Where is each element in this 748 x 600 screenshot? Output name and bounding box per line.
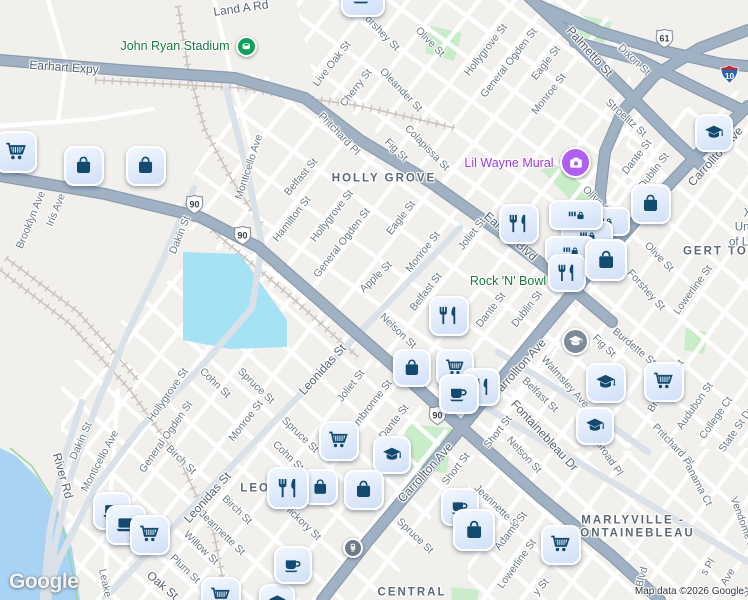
poi-marker-cart-icon[interactable] [201, 577, 241, 600]
poi-marker-bag-icon[interactable] [393, 349, 431, 387]
poi-marker-grad-icon[interactable] [695, 114, 733, 152]
poi-marker-grad-icon[interactable] [373, 436, 411, 474]
poi-marker-bag-icon[interactable] [585, 239, 627, 281]
poi-marker-restaurant-icon[interactable] [267, 467, 309, 509]
poi-marker-cart-icon[interactable] [644, 362, 684, 402]
poi-marker-coffee-icon[interactable] [439, 374, 479, 414]
poi-marker-bag-icon[interactable] [344, 470, 384, 510]
poi-marker-coffee-icon[interactable] [341, 0, 385, 17]
poi-marker-school-icon[interactable] [562, 328, 589, 355]
poi-marker-restaurant-icon[interactable] [429, 296, 469, 336]
poi-marker-restaurant-icon[interactable] [548, 254, 586, 292]
poi-marker-grad-icon[interactable] [576, 407, 614, 445]
poi-marker-cart-icon[interactable] [0, 131, 37, 173]
poi-marker-bag-icon[interactable] [126, 146, 166, 186]
poi-marker-stadium-icon[interactable] [236, 36, 257, 57]
poi-marker-streetcar-icon[interactable] [343, 538, 363, 558]
poi-marker-bag-icon[interactable] [453, 509, 495, 551]
poi-marker-restaurant-icon[interactable] [499, 204, 539, 244]
poi-marker-store-icon[interactable] [549, 200, 603, 230]
map-canvas[interactable]: Land A Rd Earhart Expy John Ryan Stadium Li… [0, 0, 748, 600]
poi-marker-grad-icon[interactable] [259, 584, 295, 600]
google-logo[interactable]: Google [9, 570, 79, 594]
poi-marker-coffee-icon[interactable] [274, 546, 312, 584]
poi-marker-cart-icon[interactable] [319, 421, 359, 461]
poi-marker-grad-icon[interactable] [586, 363, 626, 403]
poi-marker-cart-icon[interactable] [541, 525, 581, 565]
poi-marker-cart-icon[interactable] [130, 515, 170, 555]
poi-marker-bag-icon[interactable] [631, 184, 671, 224]
map-attribution: Map data ©2026 Google [634, 586, 744, 597]
poi-marker-mural-camera-icon[interactable] [560, 147, 591, 178]
poi-marker-bag-icon[interactable] [64, 146, 104, 186]
poi-markers-layer [0, 0, 748, 600]
